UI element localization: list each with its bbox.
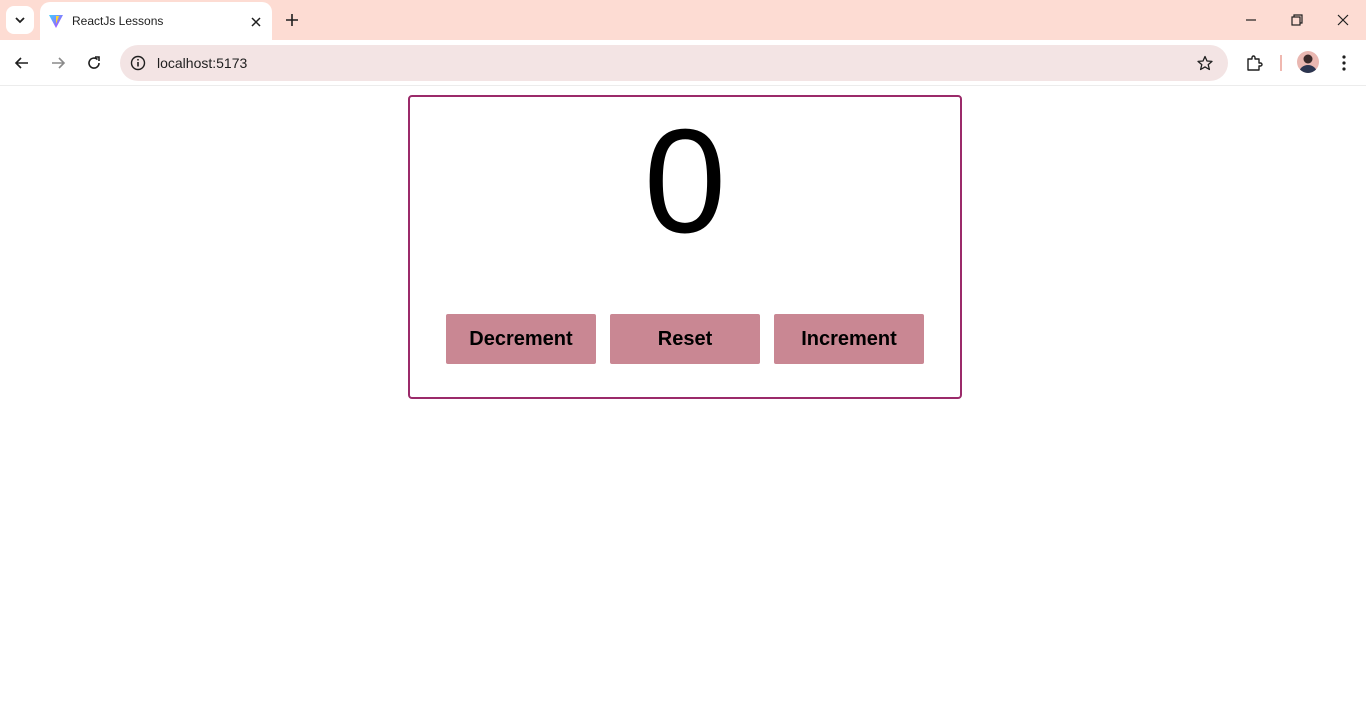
- close-icon: [251, 17, 261, 27]
- increment-button[interactable]: Increment: [774, 314, 924, 364]
- kebab-menu-icon: [1342, 55, 1346, 71]
- reload-button[interactable]: [80, 49, 108, 77]
- site-info-button[interactable]: [126, 51, 150, 75]
- puzzle-icon: [1247, 55, 1263, 71]
- counter-value: 0: [643, 99, 727, 264]
- forward-button[interactable]: [44, 49, 72, 77]
- url-text[interactable]: localhost:5173: [157, 55, 247, 71]
- counter-card: 0 Decrement Reset Increment: [408, 95, 962, 399]
- restore-icon: [1291, 14, 1303, 26]
- back-button[interactable]: [8, 49, 36, 77]
- arrow-right-icon: [52, 57, 66, 69]
- extensions-button[interactable]: [1240, 49, 1268, 77]
- browser-toolbar: localhost:5173: [0, 40, 1366, 86]
- tab-title: ReactJs Lessons: [72, 14, 164, 28]
- restore-button[interactable]: [1274, 0, 1320, 40]
- tab-active[interactable]: ReactJs Lessons: [40, 2, 272, 40]
- menu-button[interactable]: [1330, 49, 1358, 77]
- arrow-left-icon: [14, 57, 28, 69]
- info-icon: [130, 55, 146, 71]
- avatar-icon: [1299, 54, 1317, 73]
- tab-search-button[interactable]: [6, 6, 34, 34]
- bookmark-button[interactable]: [1194, 52, 1216, 74]
- tab-strip: ReactJs Lessons: [0, 0, 1366, 40]
- toolbar-divider: [1280, 55, 1282, 71]
- address-bar[interactable]: localhost:5173: [120, 45, 1228, 81]
- plus-icon: [286, 14, 298, 26]
- profile-avatar[interactable]: [1297, 51, 1319, 73]
- close-icon: [1337, 14, 1349, 26]
- decrement-button[interactable]: Decrement: [446, 314, 596, 364]
- vite-logo-icon: [49, 15, 63, 28]
- tab-close-button[interactable]: [246, 12, 266, 32]
- minimize-button[interactable]: [1228, 0, 1274, 40]
- star-icon: [1197, 55, 1213, 71]
- minimize-icon: [1246, 19, 1256, 21]
- chevron-down-icon: [15, 17, 25, 24]
- new-tab-button[interactable]: [280, 8, 304, 32]
- reload-icon: [88, 56, 100, 69]
- reset-button[interactable]: Reset: [610, 314, 760, 364]
- close-window-button[interactable]: [1320, 0, 1366, 40]
